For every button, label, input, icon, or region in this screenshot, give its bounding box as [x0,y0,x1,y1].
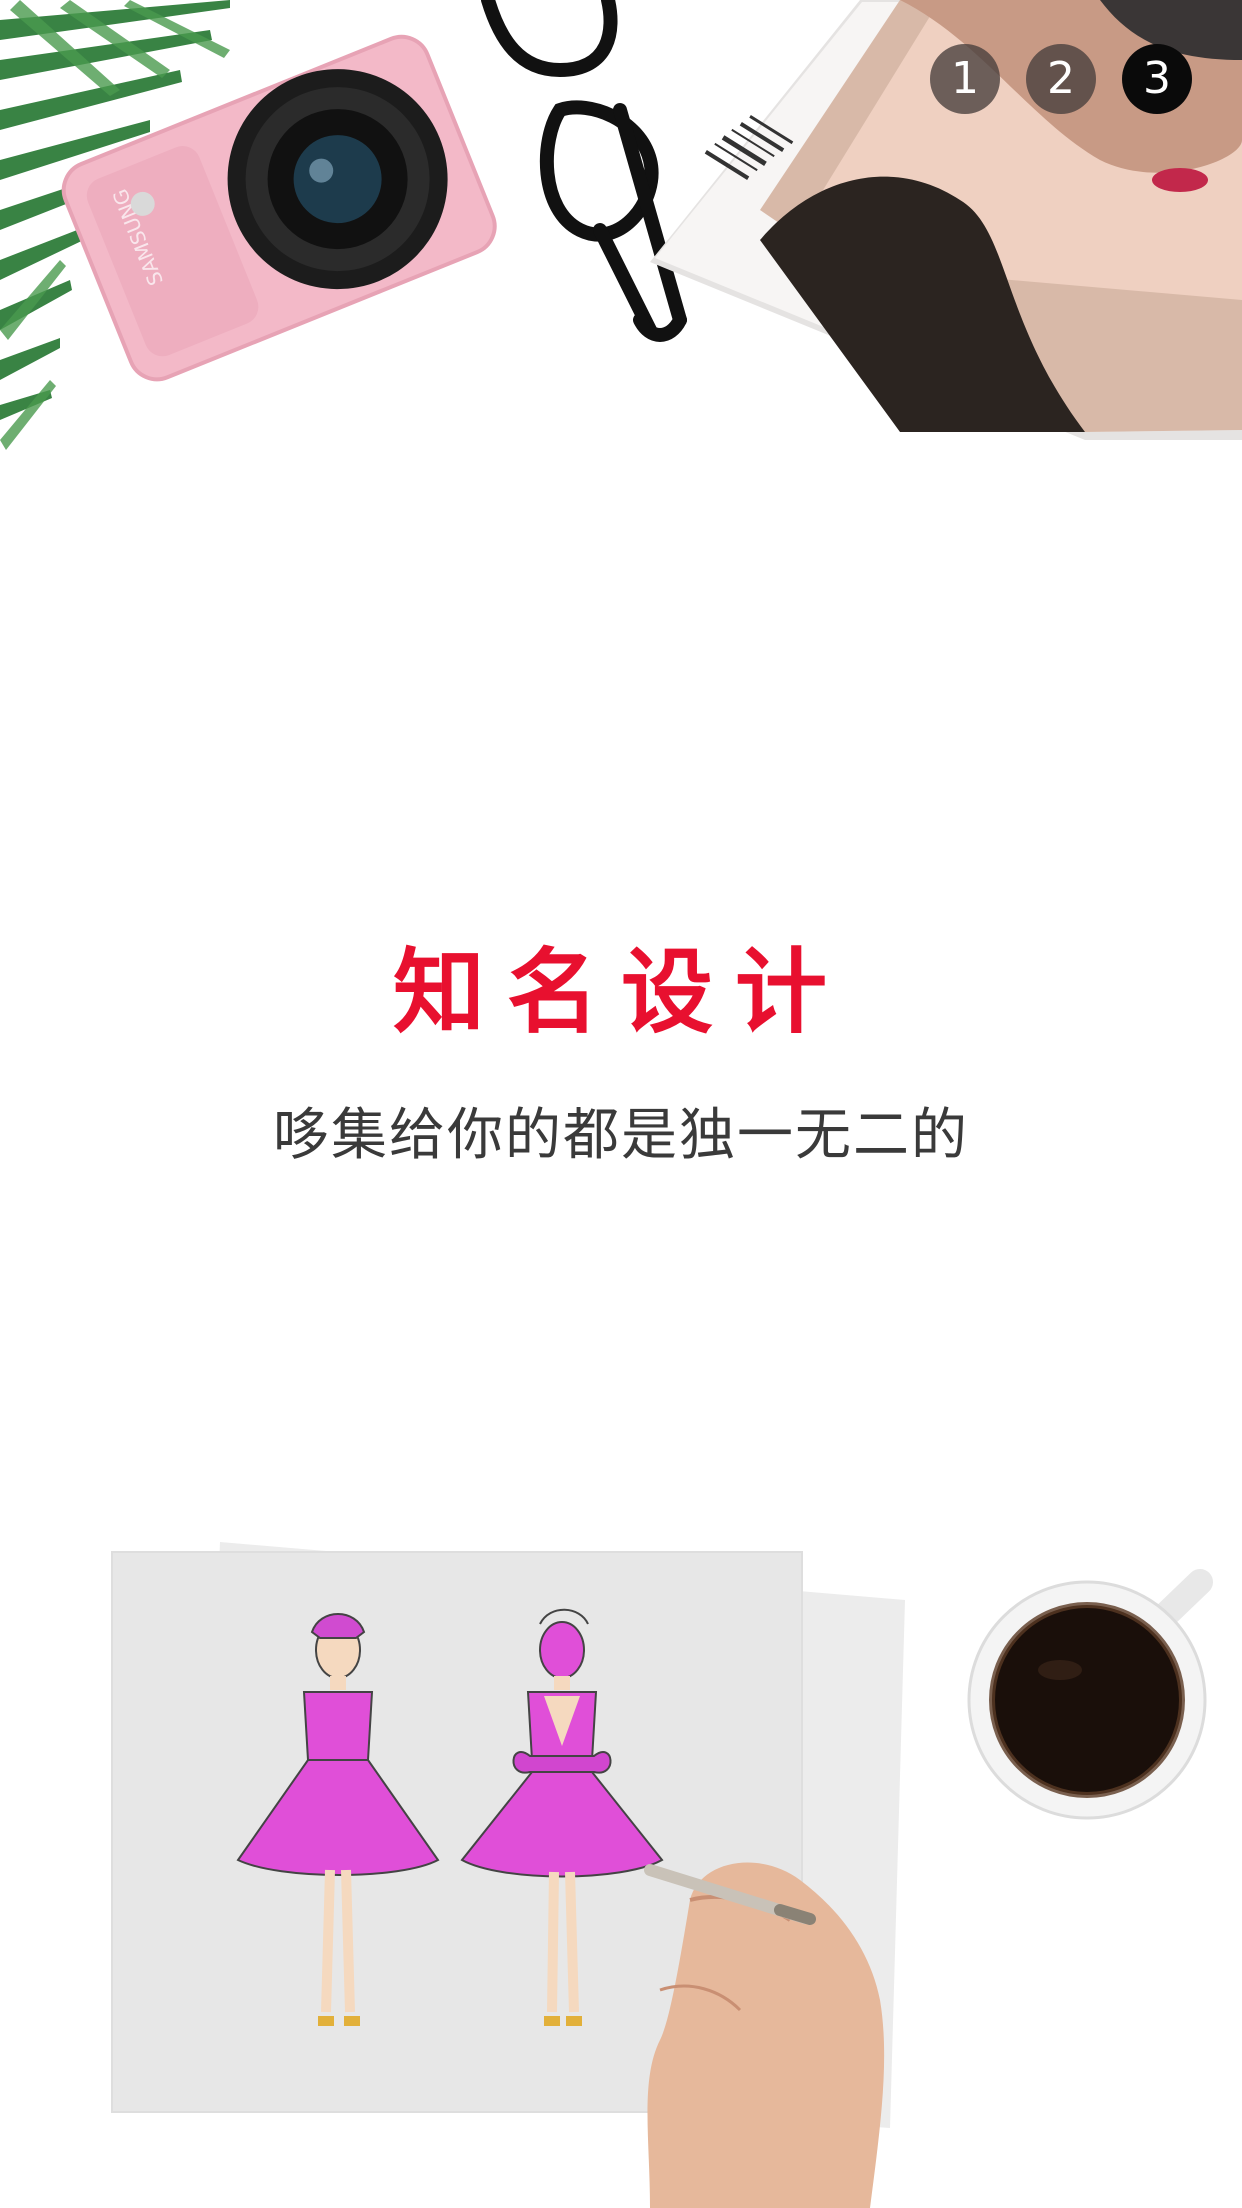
page-dot-3-active[interactable]: 3 [1122,44,1192,114]
page-title: 知名设计 [392,939,849,1046]
camera-illustration: SAMSUNG [61,34,497,382]
onboarding-screen: SAMSUNG 1 2 3 知名设计 哆集给你的都是独一无二的 [0,0,1242,2208]
bottom-photo-collage [111,1542,1213,2208]
page-dot-2[interactable]: 2 [1026,44,1096,114]
glasses-illustration [481,0,687,342]
page-subtitle: 哆集给你的都是独一无二的 [273,1103,969,1168]
page-dot-1[interactable]: 1 [930,44,1000,114]
coffee-cup-illustration [967,1569,1213,1820]
page-indicator: 1 2 3 [930,44,1192,114]
